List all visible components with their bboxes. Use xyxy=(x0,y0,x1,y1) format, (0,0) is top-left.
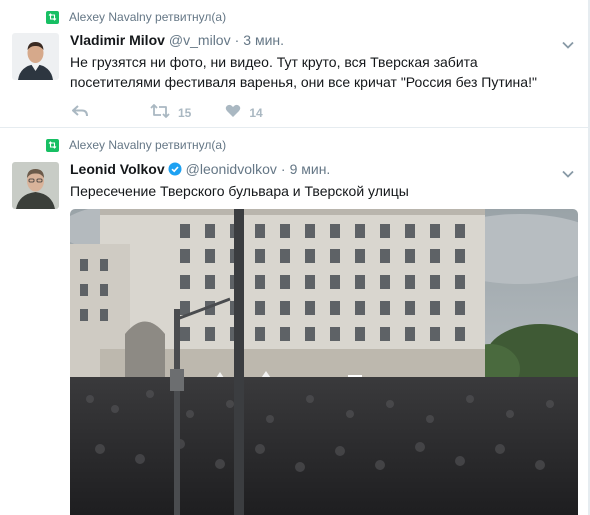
reply-icon xyxy=(72,105,88,120)
heart-icon xyxy=(225,104,241,121)
tweet-text: Пересечение Тверского бульвара и Тверско… xyxy=(70,183,409,199)
separator-dot: · xyxy=(280,161,286,177)
retweet-context-label: Alexey Navalny ретвитнул(а) xyxy=(69,138,227,152)
avatar[interactable] xyxy=(12,162,59,209)
avatar[interactable] xyxy=(12,33,59,80)
retweet-count: 15 xyxy=(178,105,192,120)
retweet-icon xyxy=(46,138,59,152)
tweet[interactable]: Alexey Navalny ретвитнул(а) Vladimir Mil… xyxy=(0,0,588,128)
retweet-context[interactable]: Alexey Navalny ретвитнул(а) xyxy=(46,10,226,24)
timestamp[interactable]: 9 мин. xyxy=(290,161,331,177)
tweet-actions: 15 14 xyxy=(72,104,295,121)
tweet-header: Leonid Volkov @leonidvolkov · 9 мин. xyxy=(70,161,330,177)
retweet-icon xyxy=(150,104,170,121)
tweet-header: Vladimir Milov @v_milov · 3 мин. xyxy=(70,32,284,48)
separator-dot: · xyxy=(234,32,240,48)
tweet-photo[interactable] xyxy=(70,209,578,515)
retweet-context-label: Alexey Navalny ретвитнул(а) xyxy=(69,10,227,24)
retweet-icon xyxy=(46,10,59,24)
timeline: Alexey Navalny ретвитнул(а) Vladimir Mil… xyxy=(0,0,589,515)
tweet[interactable]: Alexey Navalny ретвитнул(а) Leonid Volko… xyxy=(0,128,588,515)
retweet-context[interactable]: Alexey Navalny ретвитнул(а) xyxy=(46,138,226,152)
timestamp[interactable]: 3 мин. xyxy=(243,32,284,48)
display-name[interactable]: Leonid Volkov xyxy=(70,161,165,177)
like-button[interactable]: 14 xyxy=(225,104,263,121)
username[interactable]: @v_milov xyxy=(169,32,231,48)
like-count: 14 xyxy=(249,105,263,120)
tweet-text: Не грузятся ни фото, ни видео. Тут круто… xyxy=(70,54,537,90)
verified-badge-icon xyxy=(168,162,182,176)
retweet-button[interactable]: 15 xyxy=(150,104,191,121)
display-name[interactable]: Vladimir Milov xyxy=(70,32,165,48)
username[interactable]: @leonidvolkov xyxy=(186,161,277,177)
reply-button[interactable] xyxy=(72,105,88,120)
